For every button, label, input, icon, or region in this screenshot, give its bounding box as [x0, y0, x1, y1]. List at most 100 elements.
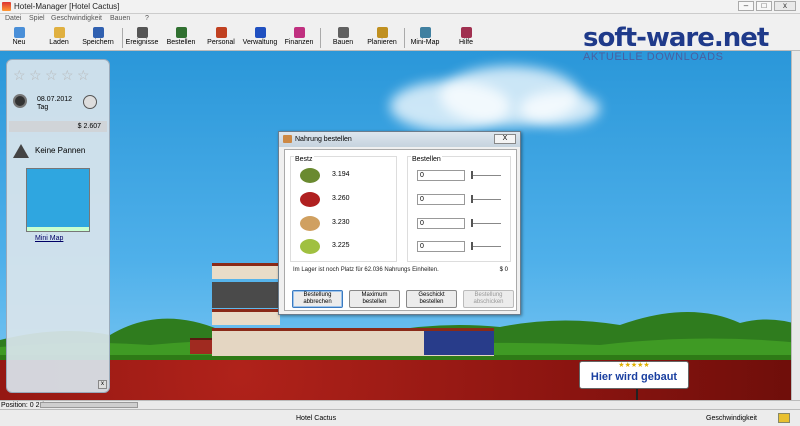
dialog-close-button[interactable]: X	[494, 134, 516, 144]
money-display: $ 2.607	[9, 121, 107, 132]
help-book-icon	[460, 27, 472, 38]
dialog-title-bar[interactable]: Nahrung bestellen X	[279, 132, 520, 147]
order-slider-thumb[interactable]	[471, 242, 473, 250]
toolbar-laden-button[interactable]: Laden	[44, 26, 74, 50]
stock-value: 3.225	[332, 242, 350, 249]
warning-icon	[13, 144, 29, 158]
folder-open-icon	[53, 27, 65, 38]
rating-star-icon: ☆	[77, 67, 90, 83]
menu-bauen[interactable]: Bauen	[110, 15, 130, 22]
toolbar-ereignisse-button[interactable]: Ereignisse	[125, 26, 159, 50]
rating-star-icon: ☆	[13, 67, 26, 83]
clock-icon	[13, 94, 27, 108]
build-tools-icon	[337, 27, 349, 38]
cloud	[520, 91, 600, 126]
toolbar-separator	[122, 28, 123, 48]
new-file-icon	[13, 27, 25, 38]
minimap-icon	[419, 27, 431, 38]
order-slider-track[interactable]	[473, 199, 501, 200]
dialog-body: Bestz 3.194 3.260 3.230 3.225 Bestellen …	[284, 149, 517, 311]
breakdown-status: Keine Pannen	[35, 146, 86, 155]
order-maximum-button[interactable]: Maximum bestellen	[349, 290, 400, 308]
storage-capacity-text: Im Lager ist noch Platz für 62.036 Nahru…	[293, 267, 439, 273]
order-slider-track[interactable]	[473, 223, 501, 224]
watermark-logo: soft-ware.net AKTUELLE DOWNLOADS	[583, 23, 769, 63]
vertical-scrollbar[interactable]	[791, 51, 800, 400]
menu-geschwindigkeit[interactable]: Geschwindigkeit	[51, 15, 102, 22]
app-icon	[2, 2, 11, 11]
rating-star-icon: ☆	[61, 67, 74, 83]
title-bar: Hotel-Manager [Hotel Cactus] – □ x	[0, 0, 800, 14]
toolbar-minimap-button[interactable]: Mini-Map	[409, 26, 441, 50]
speed-dial-icon[interactable]	[83, 95, 97, 109]
window-title: Hotel-Manager [Hotel Cactus]	[14, 2, 120, 11]
minimize-button[interactable]: –	[738, 1, 754, 11]
entrance-awning	[190, 338, 212, 354]
toolbar-speichern-button[interactable]: Speichern	[80, 26, 116, 50]
stock-value: 3.194	[332, 171, 350, 178]
toolbar-neu-button[interactable]: Neu	[6, 26, 32, 50]
order-slider-track[interactable]	[473, 175, 501, 176]
order-quantity-input[interactable]: 0	[417, 170, 465, 181]
construction-text: Hier wird gebaut	[590, 371, 678, 383]
hotel-floor[interactable]	[212, 309, 280, 325]
toolbar-planieren-button[interactable]: Planieren	[366, 26, 398, 50]
toolbar-personal-button[interactable]: Personal	[206, 26, 236, 50]
rating-star-icon: ☆	[45, 67, 58, 83]
toolbar-separator	[320, 28, 321, 48]
finance-chart-icon	[293, 27, 305, 38]
info-side-panel: ☆ ☆ ☆ ☆ ☆ 08.07.2012 Tag $ 2.607 Keine P…	[6, 59, 110, 393]
stock-value: 3.260	[332, 195, 350, 202]
cancel-order-button[interactable]: Bestellung abbrechen	[292, 290, 343, 308]
hotel-floor[interactable]	[212, 282, 280, 308]
hotel-floor[interactable]	[212, 263, 280, 279]
panel-close-button[interactable]: x	[98, 380, 107, 389]
hotel-name: Hotel Cactus	[296, 415, 337, 422]
speed-control-icon[interactable]	[778, 413, 790, 423]
stock-header: Bestz	[294, 156, 314, 163]
menu-datei[interactable]: Datei	[5, 15, 21, 22]
send-order-button[interactable]: Bestellung abschicken	[463, 290, 514, 308]
maximize-button[interactable]: □	[756, 1, 772, 11]
order-slider-track[interactable]	[473, 246, 501, 247]
order-slider-thumb[interactable]	[471, 195, 473, 203]
construction-sign: ★★★★★ Hier wird gebaut	[579, 361, 689, 389]
menu-help[interactable]: ?	[145, 15, 149, 22]
day-label: Tag	[37, 104, 49, 111]
order-slider-thumb[interactable]	[471, 219, 473, 227]
close-button[interactable]: x	[774, 1, 796, 11]
watermark-main: soft-ware.net	[583, 23, 769, 53]
order-cost: $ 0	[499, 267, 508, 273]
toolbar-separator	[404, 28, 405, 48]
minimap-preview[interactable]	[26, 168, 90, 232]
drinks-icon	[300, 239, 320, 254]
stock-group: Bestz 3.194 3.260 3.230 3.225	[290, 156, 397, 262]
construction-stars: ★★★★★	[618, 362, 650, 369]
dialog-title: Nahrung bestellen	[295, 136, 352, 143]
order-quantity-input[interactable]: 0	[417, 241, 465, 252]
minimap-link[interactable]: Mini Map	[35, 235, 63, 242]
game-date: 08.07.2012	[37, 96, 73, 103]
speed-label: Geschwindigkeit	[706, 415, 757, 422]
order-slider-thumb[interactable]	[471, 171, 473, 179]
toolbar-hilfe-button[interactable]: Hilfe	[456, 26, 476, 50]
toolbar-bauen-button[interactable]: Bauen	[330, 26, 356, 50]
menu-spiel[interactable]: Spiel	[29, 15, 45, 22]
truck-icon	[175, 27, 187, 38]
toolbar-finanzen-button[interactable]: Finanzen	[284, 26, 314, 50]
order-food-dialog: Nahrung bestellen X Bestz 3.194 3.260 3.…	[278, 131, 521, 315]
sign-post	[636, 389, 638, 400]
smart-order-button[interactable]: Geschickt bestellen	[406, 290, 457, 308]
horizontal-scrollbar[interactable]: Position: 0 2 / 0	[0, 400, 800, 409]
hotel-room-blue[interactable]	[424, 331, 494, 355]
dialog-app-icon	[283, 135, 292, 143]
rating-star-icon: ☆	[29, 67, 42, 83]
money-value: $ 2.607	[77, 123, 101, 130]
toolbar-verwaltung-button[interactable]: Verwaltung	[241, 26, 279, 50]
scrollbar-thumb[interactable]	[40, 402, 138, 408]
order-header: Bestellen	[411, 156, 442, 163]
save-disk-icon	[92, 27, 104, 38]
toolbar-bestellen-button[interactable]: Bestellen	[166, 26, 196, 50]
order-quantity-input[interactable]: 0	[417, 218, 465, 229]
order-quantity-input[interactable]: 0	[417, 194, 465, 205]
